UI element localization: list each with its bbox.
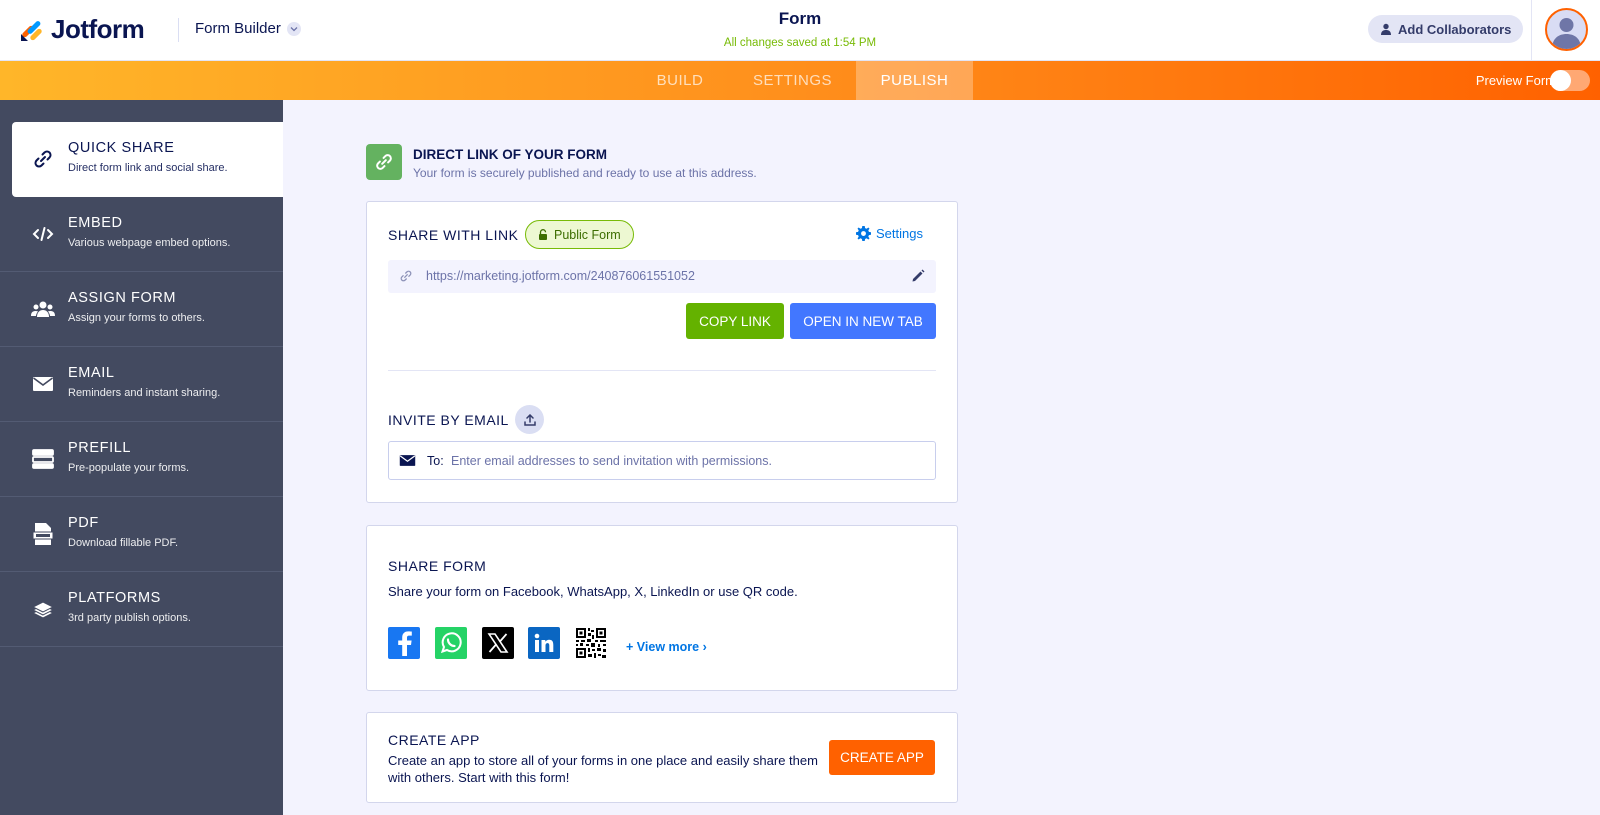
divider xyxy=(388,370,936,371)
create-app-desc: Create an app to store all of your forms… xyxy=(388,753,818,785)
sidebar-item-platforms[interactable]: PLATFORMS 3rd party publish options. xyxy=(0,572,283,647)
sidebar-item-desc: Download fillable PDF. xyxy=(68,537,179,549)
builder-nav-bar: BUILD SETTINGS PUBLISH Preview Form xyxy=(0,61,1600,100)
envelope-icon xyxy=(399,454,416,472)
top-bar: Jotform Form Builder Form All changes sa… xyxy=(0,0,1600,61)
form-url-text[interactable]: https://marketing.jotform.com/2408760615… xyxy=(426,269,695,283)
share-form-title: SHARE FORM xyxy=(388,558,487,574)
pencil-icon[interactable] xyxy=(911,269,925,288)
view-more-label: View more xyxy=(636,640,700,654)
sidebar-item-title: EMAIL xyxy=(68,365,115,381)
sidebar-item-desc: Assign your forms to others. xyxy=(68,312,205,324)
preview-toggle-knob xyxy=(1550,70,1571,91)
invite-by-email-title: INVITE BY EMAIL xyxy=(388,412,509,428)
link-icon xyxy=(30,146,56,172)
envelope-icon xyxy=(30,371,56,397)
upload-icon xyxy=(523,413,536,426)
email-to-label: To: xyxy=(427,454,444,468)
copy-link-button[interactable]: COPY LINK xyxy=(686,303,784,339)
tab-publish[interactable]: PUBLISH xyxy=(856,61,973,100)
share-with-link-title: SHARE WITH LINK xyxy=(388,227,519,243)
facebook-icon[interactable] xyxy=(388,627,420,659)
public-form-badge[interactable]: Public Form xyxy=(525,220,634,249)
plus-icon: + xyxy=(626,640,634,654)
direct-link-icon xyxy=(366,144,402,180)
lock-icon xyxy=(539,229,547,240)
whatsapp-icon[interactable] xyxy=(435,627,467,659)
open-in-new-tab-button[interactable]: OPEN IN NEW TAB xyxy=(790,303,936,339)
form-title[interactable]: Form xyxy=(0,9,1600,29)
create-app-button[interactable]: CREATE APP xyxy=(829,740,935,775)
chevron-right-icon: › xyxy=(702,640,707,654)
email-placeholder: Enter email addresses to send invitation… xyxy=(451,454,772,468)
sidebar-item-assign-form[interactable]: ASSIGN FORM Assign your forms to others. xyxy=(0,272,283,347)
sidebar-item-title: PLATFORMS xyxy=(68,590,161,606)
add-collaborators-label: Add Collaborators xyxy=(1398,21,1512,37)
save-status: All changes saved at 1:54 PM xyxy=(723,37,877,49)
tab-build[interactable]: BUILD xyxy=(640,61,720,100)
sidebar-item-title: QUICK SHARE xyxy=(68,140,175,156)
code-icon xyxy=(30,221,56,247)
sidebar-item-email[interactable]: EMAIL Reminders and instant sharing. xyxy=(0,347,283,422)
sidebar-item-desc: Various webpage embed options. xyxy=(68,237,231,249)
public-form-label: Public Form xyxy=(554,227,621,242)
layers-icon xyxy=(30,596,56,622)
users-icon xyxy=(30,296,56,322)
create-app-title: CREATE APP xyxy=(388,732,480,748)
gear-icon xyxy=(856,226,871,241)
linkedin-icon[interactable] xyxy=(528,627,560,659)
sidebar-item-desc: Pre-populate your forms. xyxy=(68,462,190,474)
sidebar-item-desc: Reminders and instant sharing. xyxy=(68,387,221,399)
user-avatar[interactable] xyxy=(1545,8,1588,51)
share-form-desc: Share your form on Facebook, WhatsApp, X… xyxy=(388,584,798,599)
sidebar-item-title: EMBED xyxy=(68,215,123,231)
upload-contacts-button[interactable] xyxy=(515,405,544,434)
direct-link-subtitle: Your form is securely published and read… xyxy=(413,166,757,180)
sidebar-item-desc: 3rd party publish options. xyxy=(68,612,191,624)
sidebar-item-title: PDF xyxy=(68,515,99,531)
sidebar-item-pdf[interactable]: PDF Download fillable PDF. xyxy=(0,497,283,572)
sidebar-item-prefill[interactable]: PREFILL Pre-populate your forms. xyxy=(0,422,283,497)
header-divider-right xyxy=(1531,0,1532,61)
settings-label: Settings xyxy=(876,226,923,241)
user-icon xyxy=(1381,23,1391,35)
sidebar-item-embed[interactable]: EMBED Various webpage embed options. xyxy=(0,197,283,272)
x-icon[interactable] xyxy=(482,627,514,659)
direct-link-title: DIRECT LINK OF YOUR FORM xyxy=(413,147,607,162)
sidebar-item-title: PREFILL xyxy=(68,440,132,456)
prefill-icon xyxy=(30,446,56,472)
sidebar-item-desc: Direct form link and social share. xyxy=(68,162,228,174)
pdf-icon xyxy=(30,521,56,547)
sidebar-item-quick-share[interactable]: QUICK SHARE Direct form link and social … xyxy=(12,122,283,197)
preview-form-label: Preview Form xyxy=(1475,73,1556,88)
add-collaborators-button[interactable]: Add Collaborators xyxy=(1368,15,1524,43)
link-settings-button[interactable]: Settings xyxy=(856,226,923,241)
tab-settings[interactable]: SETTINGS xyxy=(740,61,845,100)
sidebar-item-title: ASSIGN FORM xyxy=(68,290,177,306)
link-icon xyxy=(399,269,413,288)
view-more-link[interactable]: + View more › xyxy=(626,640,707,654)
share-form-card xyxy=(366,525,958,691)
avatar-icon xyxy=(1552,18,1581,49)
qr-code-icon[interactable] xyxy=(575,627,607,659)
